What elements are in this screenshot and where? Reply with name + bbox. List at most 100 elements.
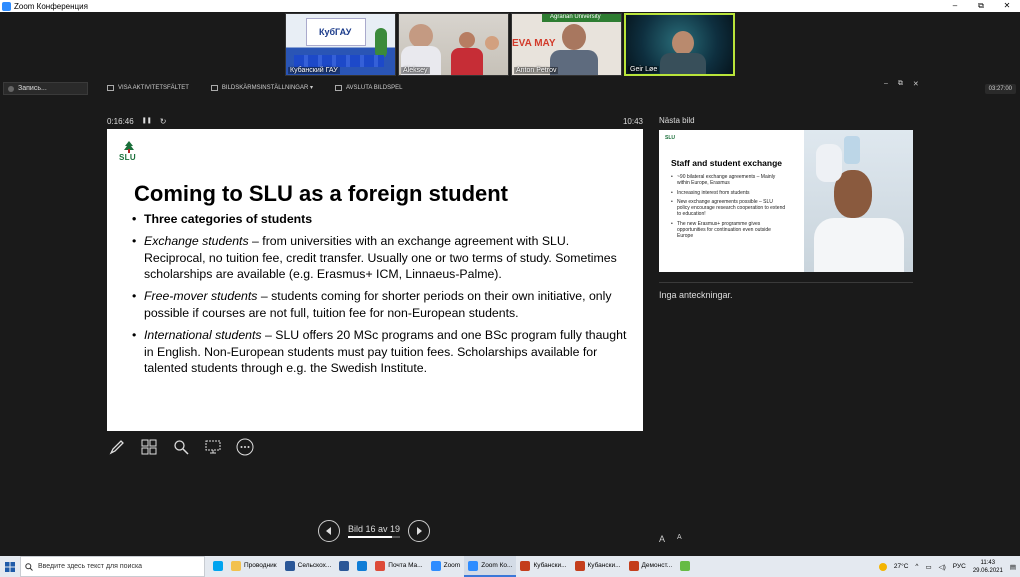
slide-counter-label: Bild 16 av 19	[348, 524, 401, 534]
show-taskbar-button[interactable]: VISA AKTIVITETSFÄLTET	[107, 84, 189, 91]
previous-slide-button[interactable]	[318, 520, 340, 542]
slide-counter[interactable]: Bild 16 av 19	[348, 524, 400, 538]
app-label: Zoom Ко...	[481, 562, 513, 569]
next-slide-bullet: The new Erasmus+ programme gives opportu…	[671, 221, 786, 240]
app-icon	[628, 560, 639, 571]
start-button[interactable]	[0, 556, 20, 577]
pen-icon	[109, 440, 124, 455]
taskbar-app[interactable]: Zoom	[427, 556, 465, 577]
taskbar-search[interactable]: Введите здесь текст для поиска	[20, 556, 205, 577]
next-slide-preview[interactable]: SLU Staff and student exchange ~90 bilat…	[659, 130, 913, 272]
clock-date: 29.06.2021	[972, 567, 1003, 574]
taskbar-app[interactable]: Zoom Ко...	[464, 556, 517, 577]
grid-icon	[141, 439, 157, 455]
taskbar-app[interactable]: Почта Ma...	[371, 556, 426, 577]
video-plant	[375, 28, 387, 58]
video-tile-active-speaker[interactable]: Geir Løe	[624, 13, 735, 76]
speaker-notes: Inga anteckningar.	[659, 290, 733, 300]
pause-timer-button[interactable]: ❚❚	[142, 117, 152, 126]
slide-bullet: Three categories of students	[131, 211, 631, 228]
bullet-emphasis: Free-mover students	[144, 289, 258, 304]
taskbar-app[interactable]: Кубански...	[571, 556, 625, 577]
slide-progress-track	[348, 536, 400, 538]
close-button[interactable]: ✕	[994, 0, 1020, 12]
participant-head	[672, 31, 694, 55]
language-indicator[interactable]: РУС	[953, 563, 966, 570]
volume-icon[interactable]: ◁)	[939, 563, 946, 571]
meeting-timer: 03:27:00	[984, 84, 1016, 94]
slide-navigation: Bild 16 av 19	[318, 520, 431, 542]
display-settings-button[interactable]: BILDSKÄRMSINSTÄLLNINGAR ▾	[210, 84, 313, 91]
next-slide-button[interactable]	[408, 520, 431, 542]
slide-bullet: Free-mover students – students coming fo…	[131, 288, 631, 322]
taskbar-app[interactable]: Демонст...	[625, 556, 677, 577]
video-background-board: КубГАУ	[306, 18, 366, 46]
taskbar-app[interactable]	[353, 556, 371, 577]
minimize-button[interactable]: –	[884, 80, 888, 88]
app-icon	[375, 560, 386, 571]
video-tile[interactable]: КубГАУ Кубанский ГАУ	[285, 13, 396, 76]
photo-lab-coat	[814, 218, 904, 272]
video-tile[interactable]: Agrarian University EVA MAY Anton Petrov	[511, 13, 622, 76]
slide-bullet: Exchange students – from universities wi…	[131, 233, 631, 283]
next-slide-bullets: ~90 bilateral exchange agreements – Main…	[671, 174, 786, 243]
window-titlebar: Zoom Конференция – ⧉ ✕	[0, 0, 1020, 12]
slide-bullet-list: Three categories of students Exchange st…	[131, 211, 631, 382]
bullet-text: Three categories of students	[144, 212, 313, 226]
notifications-icon[interactable]: ▤	[1010, 563, 1016, 571]
participant-head	[409, 24, 433, 48]
zoom-slide-button[interactable]	[171, 437, 191, 457]
taskbar-app[interactable]	[209, 556, 227, 577]
taskbar-app[interactable]: Проводник	[227, 556, 281, 577]
bullet-emphasis: International students	[144, 327, 262, 342]
app-label: Сельскох...	[297, 562, 332, 569]
photo-flask	[844, 136, 860, 164]
app-label: Демонст...	[641, 562, 673, 569]
app-label: Кубански...	[533, 562, 567, 569]
participant-name: Aleksey	[401, 67, 430, 74]
app-icon	[213, 560, 223, 571]
network-icon[interactable]: ▭	[925, 563, 931, 571]
taskbar-app[interactable]: Кубански...	[516, 556, 570, 577]
current-slide[interactable]: SLU Coming to SLU as a foreign student T…	[107, 129, 643, 431]
clock-time: 11:43	[980, 559, 996, 566]
slide-title: Coming to SLU as a foreign student	[134, 181, 509, 206]
next-slide-title: Staff and student exchange	[671, 158, 782, 168]
see-all-slides-button[interactable]	[139, 437, 159, 457]
window-controls: – ⧉ ✕	[942, 0, 1020, 12]
taskbar-apps: Проводник Сельскох... Почта Ma... Zoom Zoom …	[209, 556, 694, 577]
windows-taskbar: Введите здесь текст для поиска Проводник…	[0, 556, 1020, 577]
reset-timer-button[interactable]: ↻	[160, 117, 167, 126]
recording-indicator[interactable]: Запись...	[3, 82, 88, 95]
more-icon	[236, 438, 254, 456]
participant-head	[562, 24, 586, 50]
maximize-button[interactable]: ⧉	[968, 0, 994, 12]
display-settings-label: BILDSKÄRMSINSTÄLLNINGAR ▾	[221, 85, 313, 91]
show-taskbar-label: VISA AKTIVITETSFÄLTET	[118, 84, 189, 91]
maximize-button[interactable]: ⧉	[898, 80, 903, 88]
black-screen-button[interactable]	[203, 437, 223, 457]
weather-icon	[878, 562, 887, 571]
close-button[interactable]: ✕	[913, 80, 919, 88]
recording-label: Запись...	[18, 85, 47, 92]
arrow-right-icon	[417, 527, 423, 535]
screen-icon	[205, 440, 221, 454]
taskbar-clock[interactable]: 11:43 29.06.2021	[973, 559, 1003, 575]
minimize-button[interactable]: –	[942, 0, 968, 12]
increase-font-button[interactable]: A	[659, 534, 665, 544]
more-options-button[interactable]	[235, 437, 255, 457]
video-banner-top: Agrarian University	[542, 14, 621, 22]
taskbar-app[interactable]	[676, 556, 694, 577]
taskbar-app[interactable]	[335, 556, 353, 577]
next-slide-bullet: ~90 bilateral exchange agreements – Main…	[671, 174, 786, 187]
end-slideshow-button[interactable]: AVSLUTA BILDSPEL	[334, 84, 402, 91]
decrease-font-button[interactable]: A	[677, 534, 682, 544]
taskbar-app[interactable]: Сельскох...	[281, 556, 336, 577]
app-icon	[284, 560, 295, 571]
tray-chevron-icon[interactable]: ^	[915, 563, 918, 570]
weather-text[interactable]: 27°C	[894, 563, 909, 570]
pen-tool-button[interactable]	[107, 437, 127, 457]
app-icon	[339, 560, 350, 571]
elapsed-time: 0:16:46	[107, 116, 134, 126]
video-tile[interactable]: Aleksey	[398, 13, 509, 76]
